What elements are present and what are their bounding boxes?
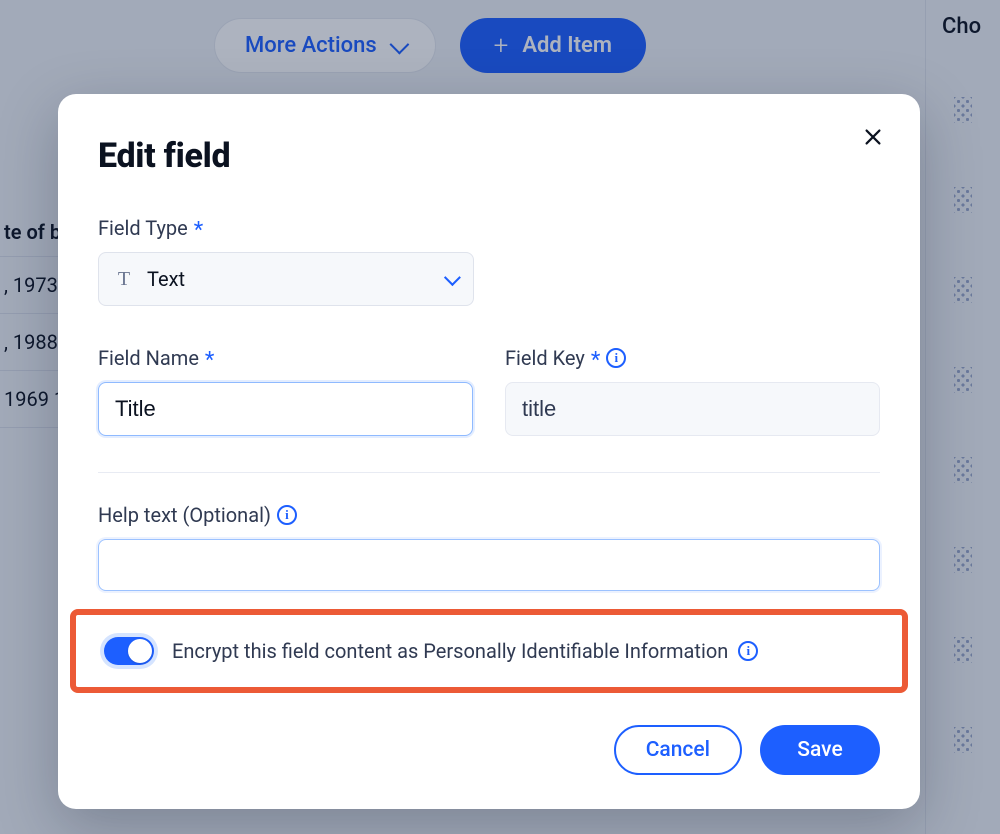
info-icon[interactable]: i xyxy=(606,348,626,368)
edit-field-modal: Edit field Field Type * T Text Field Nam… xyxy=(58,94,920,809)
save-button[interactable]: Save xyxy=(760,725,880,775)
field-type-label-row: Field Type * xyxy=(98,216,880,240)
field-name-label: Field Name xyxy=(98,346,199,370)
field-name-input[interactable] xyxy=(98,382,473,436)
encrypt-highlight: Encrypt this field content as Personally… xyxy=(70,609,908,693)
encrypt-toggle[interactable] xyxy=(104,637,154,665)
close-icon xyxy=(862,126,884,148)
modal-title: Edit field xyxy=(98,136,880,176)
cancel-label: Cancel xyxy=(646,738,710,762)
help-text-label-row: Help text (Optional) i xyxy=(98,503,880,527)
toggle-knob xyxy=(128,639,152,663)
info-icon[interactable]: i xyxy=(738,641,758,661)
chevron-down-icon xyxy=(444,269,461,286)
field-name-label-row: Field Name * xyxy=(98,346,473,370)
divider xyxy=(98,472,880,473)
info-icon[interactable]: i xyxy=(277,505,297,525)
close-button[interactable] xyxy=(858,122,888,152)
cancel-button[interactable]: Cancel xyxy=(614,725,742,775)
encrypt-label: Encrypt this field content as Personally… xyxy=(172,639,728,663)
help-text-input[interactable] xyxy=(98,539,880,591)
field-key-input[interactable] xyxy=(505,382,880,436)
save-label: Save xyxy=(797,738,842,762)
field-key-label: Field Key xyxy=(505,346,585,370)
field-type-label: Field Type xyxy=(98,216,188,240)
modal-actions: Cancel Save xyxy=(98,725,880,775)
field-key-label-row: Field Key * i xyxy=(505,346,880,370)
help-text-label: Help text (Optional) xyxy=(98,503,271,527)
field-type-value: Text xyxy=(147,267,431,291)
field-type-select[interactable]: T Text xyxy=(98,252,474,306)
text-type-icon: T xyxy=(115,268,133,291)
